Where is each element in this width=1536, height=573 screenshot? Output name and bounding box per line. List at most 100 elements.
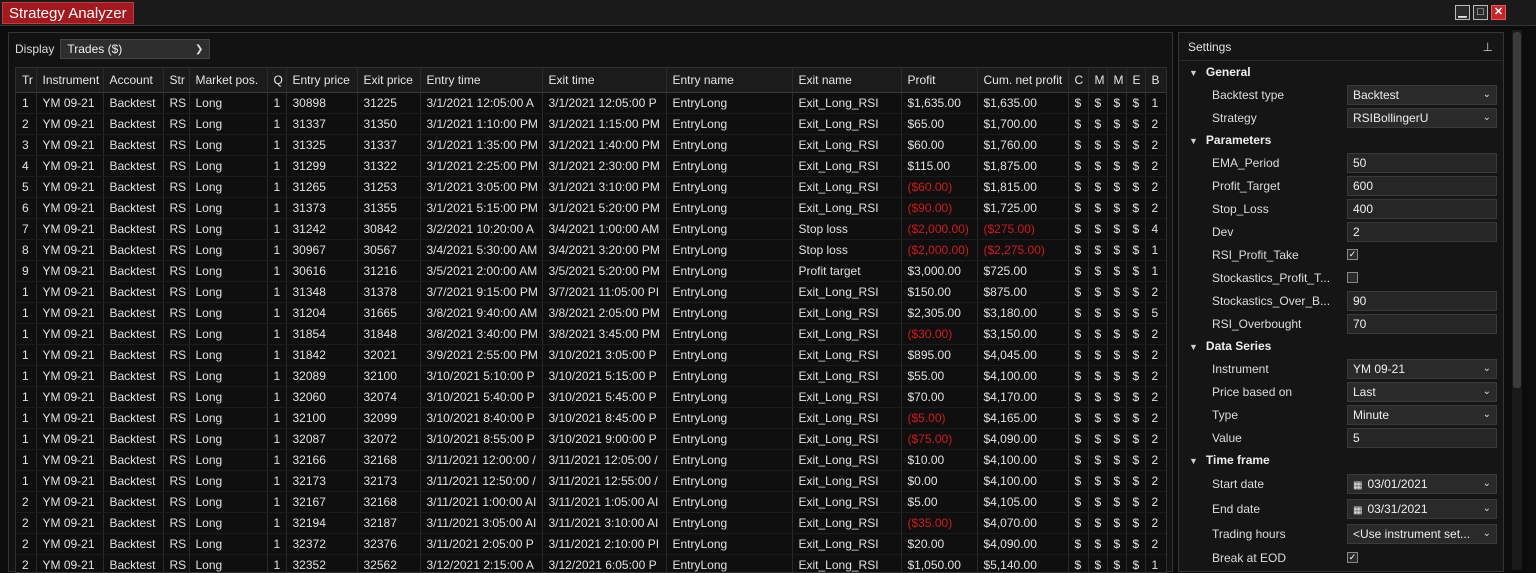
rsi-overbought-input[interactable]: 70 (1347, 313, 1497, 334)
rsi-profit-take-checkbox[interactable]: ✓ (1347, 249, 1358, 260)
break-at-eod-checkbox[interactable]: ✓ (1347, 552, 1358, 563)
value-input[interactable]: 5 (1347, 427, 1497, 448)
table-row[interactable]: 2 YM 09-21 Backtest RS Long 1 31337 31350 3/1/20… (16, 113, 1166, 135)
start-date-picker[interactable]: ▦ 03/01/2021 ⌄ (1347, 473, 1497, 494)
column-header[interactable]: Profit (901, 68, 978, 93)
column-header[interactable]: Q (267, 68, 287, 93)
table-cell: $ (1068, 386, 1089, 408)
table-cell: Backtest (103, 281, 164, 303)
column-header[interactable]: Entry time (420, 68, 543, 93)
table-row[interactable]: 1 YM 09-21 Backtest RS Long 1 32173 32173 3/11/2… (16, 470, 1166, 492)
settings-scrollbar[interactable] (1512, 30, 1522, 570)
column-header[interactable]: Account (103, 68, 164, 93)
table-row[interactable]: 5 YM 09-21 Backtest RS Long 1 31265 31253 3/1/20… (16, 176, 1166, 198)
column-header[interactable]: B (1145, 68, 1166, 93)
column-header[interactable]: Cum. net profit (977, 68, 1069, 93)
column-header[interactable]: Market pos. (189, 68, 268, 93)
table-cell: 31348 (286, 281, 358, 303)
table-cell: 32376 (357, 533, 421, 555)
table-cell: 3/4/2021 3:20:00 PM (542, 239, 667, 261)
table-cell: Exit_Long_RSI (792, 197, 902, 219)
column-header[interactable]: Str (163, 68, 190, 93)
table-row[interactable]: 6 YM 09-21 Backtest RS Long 1 31373 31355 3/1/20… (16, 197, 1166, 219)
scrollbar-thumb[interactable] (1513, 32, 1521, 388)
category-time-frame[interactable]: ▼ Time frame (1179, 449, 1503, 471)
table-cell: 3/11/2021 1:05:00 AI (542, 491, 667, 513)
strategy-dropdown[interactable]: RSIBollingerU ⌄ (1347, 107, 1497, 128)
table-row[interactable]: 1 YM 09-21 Backtest RS Long 1 31854 31848 3/8/20… (16, 323, 1166, 345)
table-cell: $0.00 (901, 470, 978, 492)
column-header[interactable]: E (1126, 68, 1146, 93)
table-cell: Exit_Long_RSI (792, 155, 902, 177)
category-parameters[interactable]: ▼ Parameters (1179, 129, 1503, 151)
table-row[interactable]: 1 YM 09-21 Backtest RS Long 1 32060 32074 3/10/2… (16, 386, 1166, 408)
table-row[interactable]: 2 YM 09-21 Backtest RS Long 1 32167 32168 3/11/2… (16, 491, 1166, 513)
ema-period-input[interactable]: 50 (1347, 152, 1497, 173)
table-row[interactable]: 1 YM 09-21 Backtest RS Long 1 30898 31225 3/1/20… (16, 92, 1166, 114)
table-cell: 3/10/2021 9:00:00 P (542, 428, 667, 450)
table-row[interactable]: 1 YM 09-21 Backtest RS Long 1 31348 31378 3/7/20… (16, 281, 1166, 303)
table-cell: 30967 (286, 239, 358, 261)
stockastics-profit-checkbox[interactable] (1347, 272, 1358, 283)
table-row[interactable]: 8 YM 09-21 Backtest RS Long 1 30967 30567 3/4/20… (16, 239, 1166, 261)
table-cell: ($75.00) (901, 428, 978, 450)
instrument-dropdown[interactable]: YM 09-21 ⌄ (1347, 358, 1497, 379)
table-row[interactable]: 1 YM 09-21 Backtest RS Long 1 32100 32099 3/10/2… (16, 407, 1166, 429)
maximize-icon[interactable]: □ (1473, 5, 1488, 20)
dev-input[interactable]: 2 (1347, 221, 1497, 242)
close-icon[interactable]: ✕ (1491, 5, 1506, 20)
table-cell: 32099 (357, 407, 421, 429)
prop-start-date: Start date ▦ 03/01/2021 ⌄ (1179, 471, 1503, 496)
table-row[interactable]: 2 YM 09-21 Backtest RS Long 1 32352 32562 3/12/2… (16, 554, 1166, 572)
table-cell: 32372 (286, 533, 358, 555)
table-cell: 1 (1145, 92, 1166, 114)
backtest-type-dropdown[interactable]: Backtest ⌄ (1347, 84, 1497, 105)
column-header[interactable]: Exit price (357, 68, 421, 93)
table-cell: 3/4/2021 1:00:00 AM (542, 218, 667, 240)
category-data-series[interactable]: ▼ Data Series (1179, 335, 1503, 357)
table-row[interactable]: 1 YM 09-21 Backtest RS Long 1 31204 31665 3/8/20… (16, 302, 1166, 324)
table-row[interactable]: 1 YM 09-21 Backtest RS Long 1 32166 32168 3/11/2… (16, 449, 1166, 471)
table-cell: RS (163, 554, 190, 572)
category-general[interactable]: ▼ General (1179, 61, 1503, 83)
table-cell: 3/1/2021 1:15:00 PM (542, 113, 667, 135)
stockastics-over-input[interactable]: 90 (1347, 290, 1497, 311)
trades-grid[interactable]: Tr Instrument Account Str Market pos. Q Entry … (15, 67, 1167, 573)
column-header[interactable]: M (1088, 68, 1108, 93)
type-dropdown[interactable]: Minute ⌄ (1347, 404, 1497, 425)
table-row[interactable]: 1 YM 09-21 Backtest RS Long 1 32087 32072 3/10/2… (16, 428, 1166, 450)
column-header[interactable]: Exit time (542, 68, 667, 93)
table-row[interactable]: 3 YM 09-21 Backtest RS Long 1 31325 31337 3/1/20… (16, 134, 1166, 156)
column-header[interactable]: Entry name (666, 68, 793, 93)
display-dropdown[interactable]: Trades ($) ❯ (60, 39, 211, 59)
column-header[interactable]: Instrument (36, 68, 104, 93)
table-cell: 3/8/2021 9:40:00 AM (420, 302, 543, 324)
table-cell: $ (1107, 92, 1127, 114)
end-date-picker[interactable]: ▦ 03/31/2021 ⌄ (1347, 498, 1497, 519)
column-header[interactable]: M (1107, 68, 1127, 93)
table-row[interactable]: 9 YM 09-21 Backtest RS Long 1 30616 31216 3/5/20… (16, 260, 1166, 282)
table-row[interactable]: 1 YM 09-21 Backtest RS Long 1 32089 32100 3/10/2… (16, 365, 1166, 387)
price-based-on-dropdown[interactable]: Last ⌄ (1347, 381, 1497, 402)
table-cell: $ (1068, 554, 1089, 572)
column-header[interactable]: Tr (16, 68, 37, 93)
column-header[interactable]: Exit name (792, 68, 902, 93)
table-row[interactable]: 7 YM 09-21 Backtest RS Long 1 31242 30842 3/2/20… (16, 218, 1166, 240)
column-header[interactable]: Entry price (286, 68, 358, 93)
table-row[interactable]: 2 YM 09-21 Backtest RS Long 1 32194 32187 3/11/2… (16, 512, 1166, 534)
trading-hours-dropdown[interactable]: <Use instrument set... ⌄ (1347, 523, 1497, 544)
table-cell: 32100 (286, 407, 358, 429)
table-cell: $ (1088, 491, 1108, 513)
table-row[interactable]: 4 YM 09-21 Backtest RS Long 1 31299 31322 3/1/20… (16, 155, 1166, 177)
stop-loss-input[interactable]: 400 (1347, 198, 1497, 219)
column-header[interactable]: C (1068, 68, 1089, 93)
table-row[interactable]: 2 YM 09-21 Backtest RS Long 1 32372 32376 3/11/2… (16, 533, 1166, 555)
profit-target-input[interactable]: 600 (1347, 175, 1497, 196)
minimize-icon[interactable]: ▁ (1455, 5, 1470, 20)
table-cell: Backtest (103, 302, 164, 324)
pin-icon[interactable]: ⊥ (1483, 33, 1493, 61)
table-cell: 2 (1145, 533, 1166, 555)
table-cell: 3/11/2021 12:50:00 / (420, 470, 543, 492)
table-row[interactable]: 1 YM 09-21 Backtest RS Long 1 31842 32021 3/9/20… (16, 344, 1166, 366)
table-cell: 1 (267, 344, 287, 366)
